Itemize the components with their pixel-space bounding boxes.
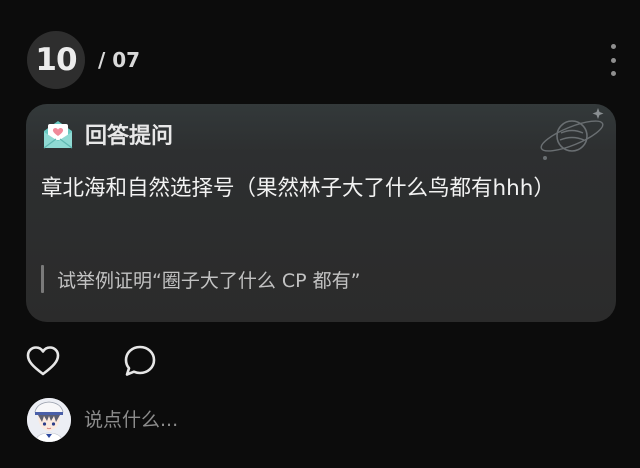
- heart-icon[interactable]: [26, 345, 60, 377]
- more-vertical-icon: [610, 44, 616, 49]
- user-avatar[interactable]: [27, 398, 71, 442]
- quote-bar: [41, 265, 44, 293]
- chat-bubble-icon[interactable]: [123, 344, 157, 378]
- question-text: 试举例证明“圈子大了什么 CP 都有”: [57, 269, 361, 292]
- more-options-button[interactable]: [602, 44, 624, 76]
- planet-icon: [540, 108, 604, 160]
- mail-heart-icon: [43, 121, 73, 149]
- card-title: 回答提问: [85, 124, 174, 149]
- card-header: 回答提问: [41, 118, 173, 150]
- diary-entry-page: 10 / 07 回答提问 章北海和自然选择号（果然林子大了什么鸟都有hhh） 试…: [0, 0, 640, 468]
- day-badge: 10: [27, 31, 85, 89]
- more-vertical-icon-dot: [610, 71, 616, 76]
- question-quote: 试举例证明“圈子大了什么 CP 都有”: [41, 264, 361, 294]
- date-header: 10 / 07: [27, 31, 140, 89]
- month-label: / 07: [98, 48, 141, 72]
- comment-input[interactable]: 说点什么...: [84, 405, 384, 435]
- answer-card[interactable]: 回答提问 章北海和自然选择号（果然林子大了什么鸟都有hhh） 试举例证明“圈子大…: [26, 104, 616, 322]
- answer-text: 章北海和自然选择号（果然林子大了什么鸟都有hhh）: [41, 176, 555, 201]
- avatar-image: [27, 398, 71, 442]
- more-vertical-icon-dot: [610, 57, 616, 63]
